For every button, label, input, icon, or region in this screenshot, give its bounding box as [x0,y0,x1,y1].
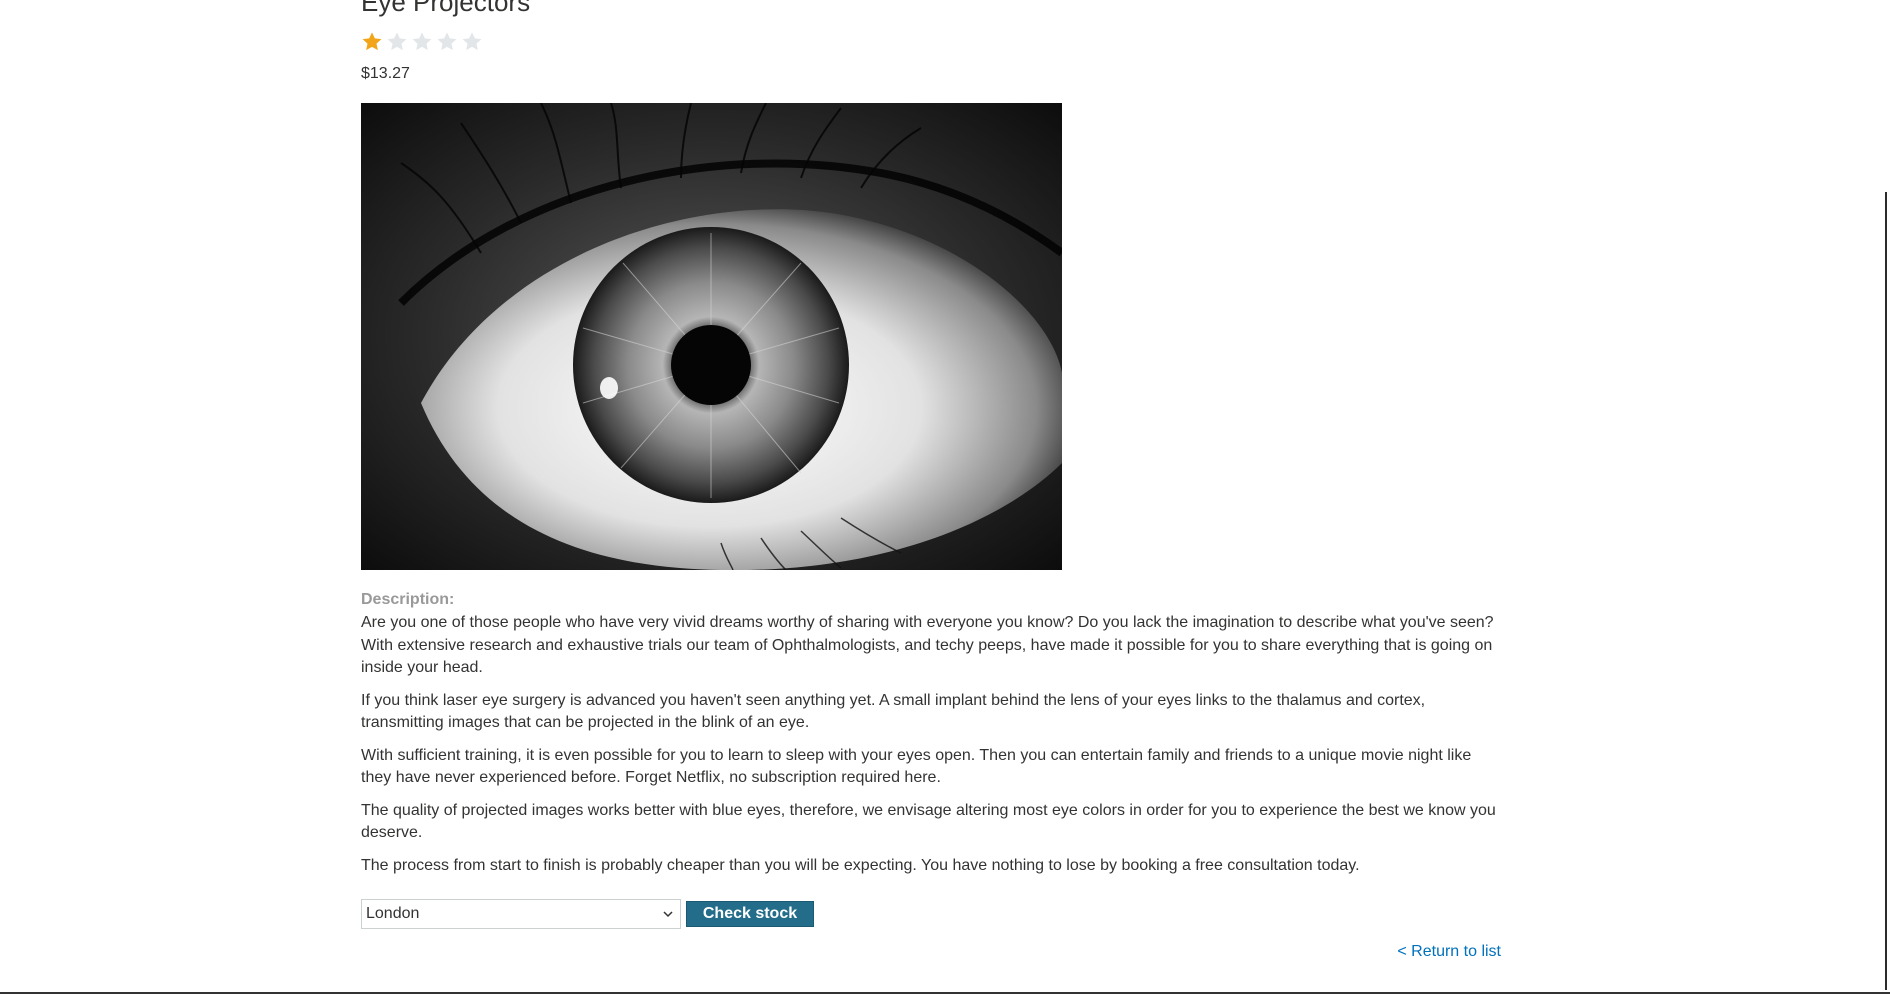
return-to-list-link[interactable]: < Return to list [1397,943,1501,961]
product-price: $13.27 [361,65,410,82]
description-body: Are you one of those people who have ver… [361,612,1501,887]
stock-check-form: London Check stock [361,899,814,929]
star-icon-2 [387,32,407,51]
star-rating [361,31,483,53]
star-icon-3 [412,32,432,51]
store-select-value: London [366,905,420,922]
star-icon-4 [437,32,457,51]
description-label: Description: [361,591,455,608]
scrollbar-thumb[interactable] [1885,192,1887,990]
star-icon-1 [362,32,382,51]
product-image [361,103,1062,570]
star-icon-5 [462,32,482,51]
description-paragraph: The quality of projected images works be… [361,801,1496,842]
chevron-down-icon [663,911,673,918]
eye-image [361,103,1062,570]
description-paragraph: Are you one of those people who have ver… [361,614,1494,676]
product-page: Eye Projectors $13.27 Description: Are y… [0,0,1890,994]
product-title: Eye Projectors [361,0,531,17]
description-paragraph: The process from start to finish is prob… [361,856,1360,874]
store-select[interactable]: London [361,899,681,929]
description-paragraph: With sufficient training, it is even pos… [361,746,1472,787]
description-paragraph: If you think laser eye surgery is advanc… [361,691,1426,732]
check-stock-button[interactable]: Check stock [686,901,814,927]
